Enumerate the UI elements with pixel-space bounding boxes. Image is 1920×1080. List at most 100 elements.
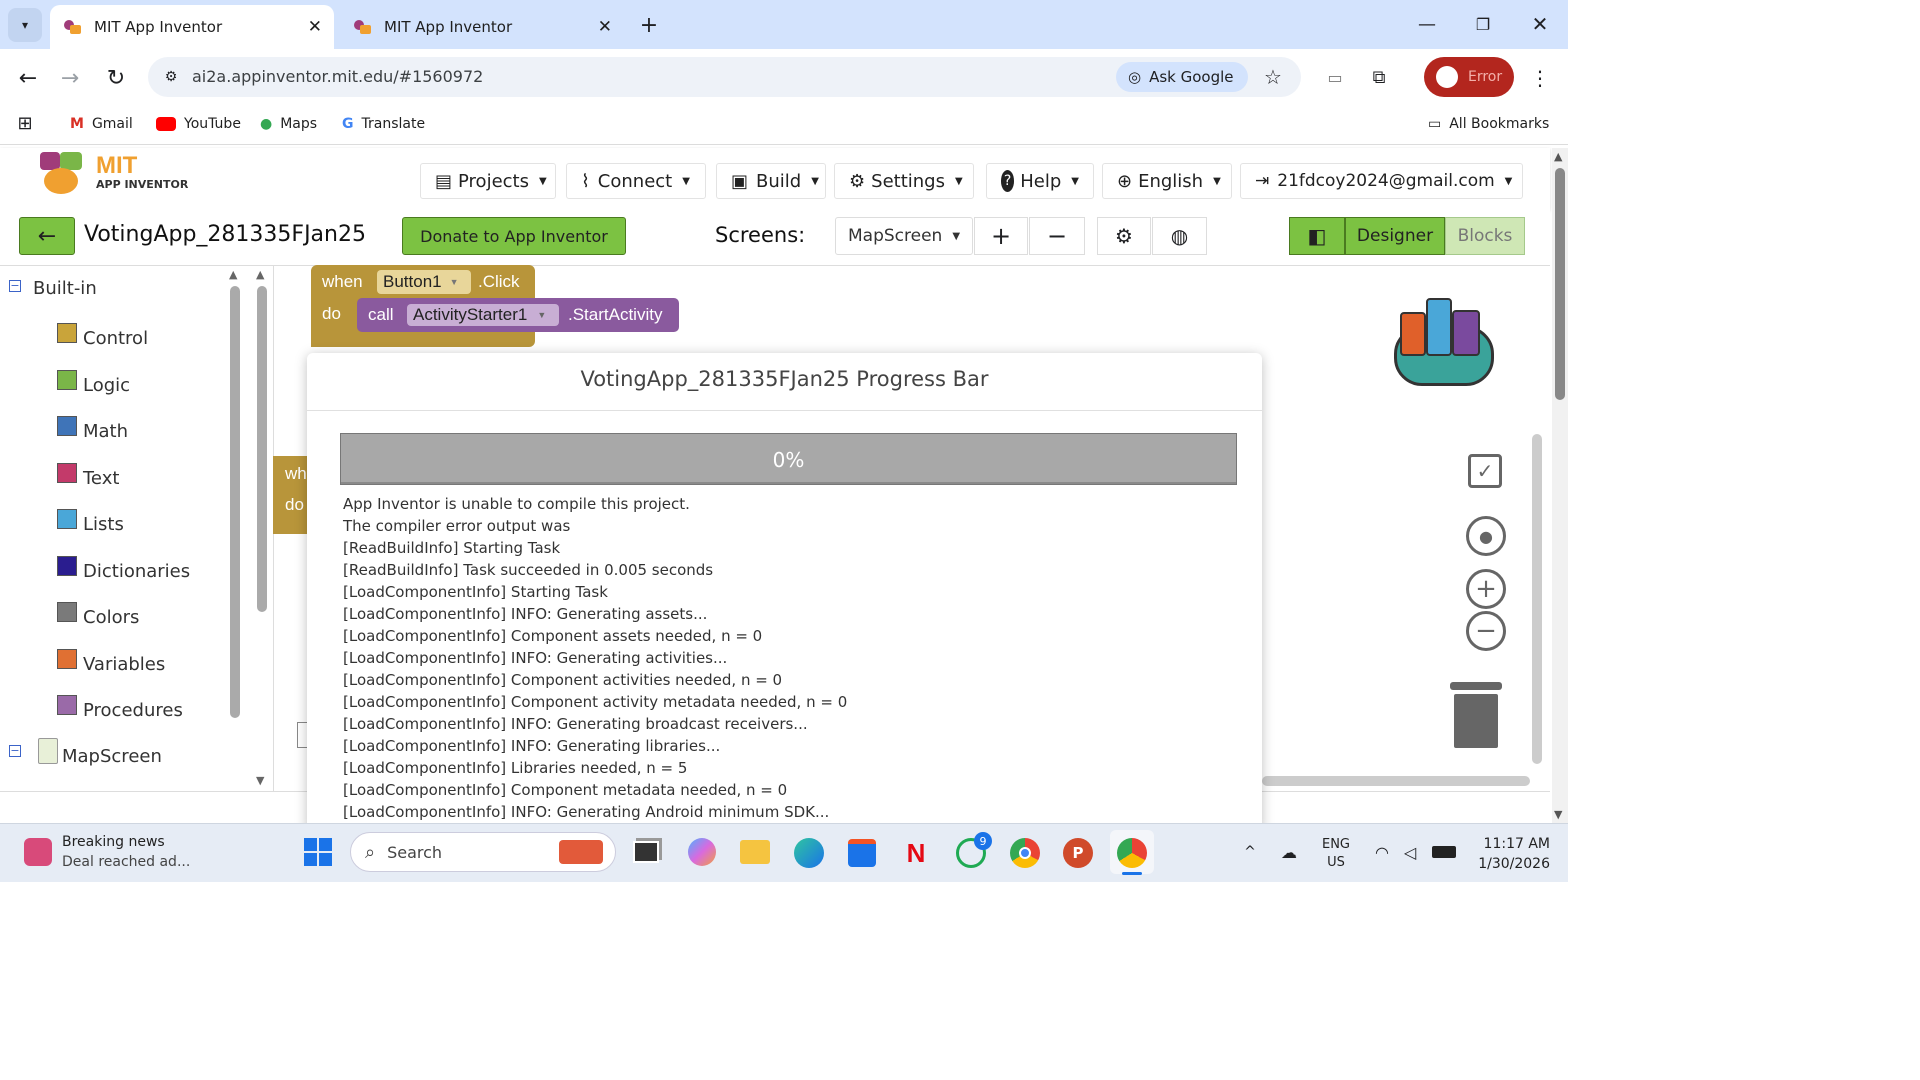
help-menu[interactable]: ? Help ▼ <box>986 163 1094 199</box>
edge-icon[interactable] <box>794 838 824 868</box>
site-info-icon[interactable]: ⚙ <box>158 64 184 90</box>
panel-scrollbar[interactable] <box>257 286 267 612</box>
add-screen-button[interactable]: + <box>974 217 1028 255</box>
page-scroll-down-icon[interactable]: ▼ <box>1554 808 1562 821</box>
page-scroll-up-icon[interactable]: ▲ <box>1554 150 1562 163</box>
backpack-icon[interactable] <box>1392 294 1500 394</box>
palette-category-variables[interactable]: Variables <box>57 648 165 675</box>
news-widget[interactable]: Breaking news Deal reached ad... <box>20 832 220 874</box>
chevron-down-icon: ▼ <box>537 310 547 320</box>
blocks-button[interactable]: Blocks <box>1445 217 1525 255</box>
donate-button[interactable]: Donate to App Inventor <box>402 217 626 255</box>
chrome-icon[interactable] <box>1010 838 1040 868</box>
taskbar-search[interactable]: ⌕ Search <box>350 832 616 872</box>
chrome-profile-icon[interactable] <box>1110 830 1154 875</box>
progress-text: 0% <box>772 448 805 472</box>
bookmark-youtube[interactable]: YouTube <box>156 112 241 136</box>
component-dropdown[interactable]: Button1 ▼ <box>377 270 471 294</box>
page-scroll-thumb[interactable] <box>1555 168 1565 400</box>
log-line: [LoadComponentInfo] Libraries needed, n … <box>343 759 688 777</box>
start-button[interactable] <box>304 838 332 866</box>
volume-icon[interactable]: ◁ <box>1400 842 1420 862</box>
onedrive-off-icon[interactable]: ☁ <box>1278 842 1300 862</box>
profile-error-button[interactable]: Error <box>1424 57 1514 97</box>
cleanup-icon[interactable]: ✓ <box>1468 454 1502 488</box>
workspace-hscrollbar[interactable] <box>1262 776 1530 786</box>
all-bookmarks[interactable]: ▭ All Bookmarks <box>1428 112 1549 136</box>
project-properties-button[interactable]: ⚙ <box>1097 217 1151 255</box>
back-icon[interactable]: ← <box>14 64 42 92</box>
cast-icon[interactable]: ▭ <box>1322 64 1348 90</box>
bookmark-translate[interactable]: G Translate <box>342 112 425 136</box>
recenter-icon[interactable]: ● <box>1466 516 1506 556</box>
tab-inactive[interactable]: MIT App Inventor ✕ <box>340 5 624 49</box>
designer-button[interactable]: Designer <box>1345 217 1445 255</box>
remove-screen-button[interactable]: − <box>1029 217 1085 255</box>
forward-icon[interactable]: → <box>56 64 84 92</box>
more-menu-icon[interactable]: ⋮ <box>1530 64 1550 92</box>
tab-search-button[interactable]: ▾ <box>8 8 42 42</box>
tab-active[interactable]: MIT App Inventor ✕ <box>50 5 334 49</box>
palette-category-math[interactable]: Math <box>57 415 128 442</box>
palette-scroll-up-icon[interactable]: ▲ <box>229 268 237 281</box>
collapse-builtin-icon[interactable]: − <box>9 280 21 292</box>
target-dropdown[interactable]: ActivityStarter1 ▼ <box>407 304 559 326</box>
back-to-projects-button[interactable]: ← <box>19 217 75 255</box>
clock[interactable]: 11:17 AM 1/30/2026 <box>1470 834 1550 874</box>
bookmark-star-icon[interactable]: ☆ <box>1260 64 1286 90</box>
close-window-icon[interactable]: ✕ <box>1525 10 1555 38</box>
extensions-icon[interactable]: ⧉ <box>1366 64 1392 90</box>
apps-grid-icon[interactable]: ⊞ <box>14 112 36 134</box>
bookmark-gmail[interactable]: M Gmail <box>70 112 133 136</box>
builtin-header[interactable]: Built-in <box>33 278 97 299</box>
close-tab-icon[interactable]: ✕ <box>308 17 322 37</box>
wifi-icon[interactable]: ◠ <box>1372 842 1392 862</box>
url-text[interactable]: ai2a.appinventor.mit.edu/#1560972 <box>192 67 483 86</box>
lang-indicator[interactable]: ENG US <box>1318 836 1354 872</box>
netflix-icon[interactable]: N <box>902 838 930 868</box>
powerpoint-icon[interactable]: P <box>1063 838 1093 868</box>
zoom-in-icon[interactable]: + <box>1466 569 1506 609</box>
palette-scrollbar[interactable] <box>230 286 240 718</box>
task-view-icon[interactable] <box>633 841 659 863</box>
screen-node-label[interactable]: MapScreen <box>62 746 162 767</box>
collapse-screen-icon[interactable]: − <box>9 745 21 757</box>
palette-category-text[interactable]: Text <box>57 462 119 489</box>
settings-menu[interactable]: ⚙ Settings ▼ <box>834 163 974 199</box>
connect-menu[interactable]: ⌇ Connect ▼ <box>566 163 706 199</box>
palette-category-logic[interactable]: Logic <box>57 369 130 396</box>
close-tab-icon[interactable]: ✕ <box>598 17 612 37</box>
palette-category-lists[interactable]: Lists <box>57 508 124 535</box>
app-inventor-logo[interactable]: MIT APP INVENTOR <box>34 150 194 198</box>
zoom-out-icon[interactable]: − <box>1466 611 1506 651</box>
palette-category-procedures[interactable]: Procedures <box>57 694 183 721</box>
projects-menu[interactable]: ▤ Projects ▼ <box>420 163 556 199</box>
ask-google-button[interactable]: ◎ Ask Google <box>1116 62 1248 92</box>
screen-select[interactable]: MapScreen ▼ <box>835 217 973 255</box>
toggle-panel-button[interactable]: ◧ <box>1289 217 1345 255</box>
panel-scroll-up-icon[interactable]: ▲ <box>256 268 264 281</box>
palette-category-colors[interactable]: Colors <box>57 601 139 628</box>
dialog-divider <box>307 410 1262 411</box>
log-line: [ReadBuildInfo] Task succeeded in 0.005 … <box>343 561 714 579</box>
publish-button[interactable]: ◍ <box>1152 217 1207 255</box>
new-tab-icon[interactable]: + <box>636 12 662 38</box>
build-menu[interactable]: ▣ Build ▼ <box>716 163 826 199</box>
workspace-vscrollbar[interactable] <box>1532 434 1542 764</box>
store-icon[interactable] <box>848 839 876 867</box>
bookmark-maps[interactable]: ● Maps <box>260 112 317 136</box>
account-menu[interactable]: ⇥ 21fdcoy2024@gmail.com ▼ <box>1240 163 1523 199</box>
panel-scroll-down-icon[interactable]: ▼ <box>256 774 264 787</box>
trash-icon[interactable] <box>1450 682 1502 748</box>
restore-icon[interactable]: ❐ <box>1468 10 1498 38</box>
palette-category-control[interactable]: Control <box>57 322 148 349</box>
minimize-icon[interactable]: — <box>1412 10 1442 38</box>
palette-category-dictionaries[interactable]: Dictionaries <box>57 555 190 582</box>
show-hidden-icons[interactable]: ^ <box>1240 842 1260 862</box>
copilot-icon[interactable] <box>688 838 716 866</box>
battery-icon[interactable] <box>1432 846 1456 858</box>
build-icon: ▣ <box>731 170 749 192</box>
reload-icon[interactable]: ↻ <box>102 64 130 92</box>
language-menu[interactable]: ⊕ English ▼ <box>1102 163 1232 199</box>
file-explorer-icon[interactable] <box>740 840 770 864</box>
